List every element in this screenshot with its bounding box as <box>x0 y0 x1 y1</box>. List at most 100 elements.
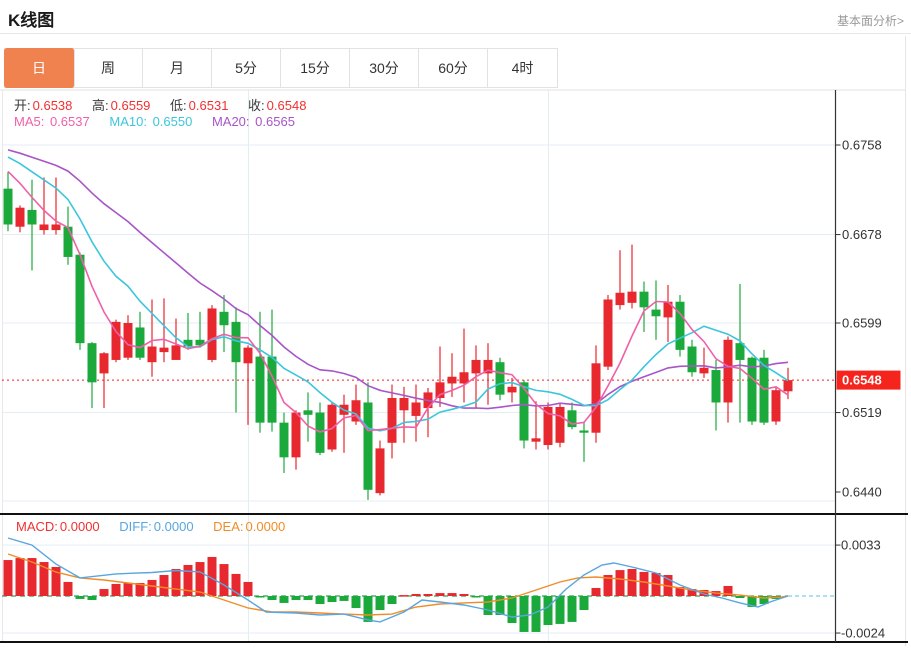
tab-day[interactable]: 日 <box>4 48 75 88</box>
macd-bar-down <box>351 596 361 609</box>
ma-legend: MA5: 0.6537 MA10: 0.6550 MA20: 0.6565 <box>14 114 311 129</box>
macd-bar-up <box>627 568 637 596</box>
high-value: 0.6559 <box>110 98 151 113</box>
price-axis-label: 0.6519 <box>842 405 882 420</box>
macd-bar-up <box>591 587 601 596</box>
macd-bar-down <box>339 596 349 601</box>
low-value: 0.6531 <box>188 98 229 113</box>
candle-down <box>735 343 745 360</box>
candle-down <box>255 356 265 423</box>
close-label: 收: <box>248 98 265 113</box>
macd-bar-down <box>579 596 589 611</box>
macd-bar-down <box>543 596 553 626</box>
macd-bar-down <box>291 596 301 601</box>
candle-down <box>303 410 313 415</box>
candle-up <box>531 438 541 442</box>
candle-down <box>711 370 721 403</box>
candle-down <box>135 327 145 358</box>
candle-up <box>447 376 457 384</box>
candle-up <box>459 372 469 384</box>
macd-bar-down <box>555 596 565 624</box>
page-title: K线图 <box>8 11 55 30</box>
ma20-label: MA20: <box>211 114 250 129</box>
candle-up <box>375 448 385 494</box>
candle-up <box>243 347 253 364</box>
kline-chart[interactable]: 0.6758 0.6678 0.6599 0.6519 0.6440 0.0033 -0.0… <box>0 88 911 648</box>
ma5-label: MA5: <box>14 114 45 129</box>
candle-up <box>51 224 61 231</box>
macd-bar-down <box>87 596 97 601</box>
candle-down <box>495 362 505 395</box>
macd-bar-down <box>363 596 373 622</box>
ma10-value: 0.6550 <box>152 114 193 129</box>
ma20-line <box>7 149 789 410</box>
candle-down <box>579 430 589 433</box>
candle-up <box>723 339 733 403</box>
macd-bar-down <box>519 596 529 632</box>
candle-up <box>615 292 625 306</box>
last-price-badge-text: 0.6548 <box>842 373 882 388</box>
macd-bar-down <box>507 596 517 624</box>
macd-bar-down <box>279 596 289 603</box>
candle-up <box>15 207 25 227</box>
tab-60min[interactable]: 60分 <box>419 49 488 87</box>
diff-value: 0.0000 <box>153 519 194 534</box>
candle-down <box>63 226 73 257</box>
price-axis-label: 0.6758 <box>842 138 882 153</box>
macd-bar-down <box>75 596 85 599</box>
high-label: 高: <box>92 98 109 113</box>
tab-week[interactable]: 周 <box>74 49 143 87</box>
macd-bar-down <box>483 596 493 615</box>
macd-bar-down <box>471 596 481 598</box>
candle-down <box>687 346 697 373</box>
macd-bar-up <box>243 581 253 596</box>
tab-5min[interactable]: 5分 <box>212 49 281 87</box>
macd-bar-up <box>3 560 13 596</box>
macd-bar-down <box>387 596 397 605</box>
fundamental-analysis-link[interactable]: 基本面分析> <box>837 12 904 29</box>
tab-4hour[interactable]: 4时 <box>488 49 557 87</box>
low-label: 低: <box>170 98 187 113</box>
macd-bar-up <box>399 595 409 597</box>
open-label: 开: <box>14 98 31 113</box>
candle-up <box>699 367 709 374</box>
candle-up <box>327 404 337 450</box>
candle-down <box>651 309 661 317</box>
macd-bar-down <box>567 596 577 622</box>
macd-bar-up <box>111 583 121 596</box>
macd-axis-label: 0.0033 <box>841 538 881 553</box>
macd-bar-down <box>303 596 313 601</box>
tab-15min[interactable]: 15分 <box>281 49 350 87</box>
macd-bar-up <box>435 593 445 596</box>
candle-up <box>603 299 613 367</box>
price-axis-label: 0.6599 <box>842 316 882 331</box>
macd-legend: MACD: 0.0000 DIFF: 0.0000 DEA: 0.0000 <box>16 519 301 534</box>
macd-bar-up <box>423 593 433 596</box>
candle-down <box>519 382 529 441</box>
macd-bar-up <box>639 571 649 596</box>
candle-up <box>159 347 169 353</box>
ma10-label: MA10: <box>109 114 147 129</box>
candle-down <box>27 209 37 225</box>
macd-bar-down <box>255 596 265 598</box>
macd-bar-up <box>123 583 133 596</box>
macd-bar-up <box>411 593 421 596</box>
macd-bar-up <box>219 564 229 596</box>
tab-month[interactable]: 月 <box>143 49 212 87</box>
candle-down <box>675 301 685 350</box>
candle-up <box>627 291 637 303</box>
header-divider <box>0 33 911 34</box>
macd-bar-up <box>15 558 25 596</box>
dea-value: 0.0000 <box>245 519 286 534</box>
candle-down <box>183 339 193 347</box>
macd-bar-up <box>459 593 469 596</box>
candle-up <box>171 345 181 360</box>
macd-bar-down <box>327 596 337 603</box>
tab-30min[interactable]: 30分 <box>350 49 419 87</box>
macd-bar-down <box>267 596 277 601</box>
macd-bar-down <box>375 596 385 611</box>
candle-down <box>87 343 97 383</box>
candle-up <box>411 402 421 416</box>
ma5-value: 0.6537 <box>49 114 90 129</box>
kline-module: K线图 基本面分析> 日 周 月 5分 15分 30分 60分 4时 0.675… <box>0 0 911 648</box>
